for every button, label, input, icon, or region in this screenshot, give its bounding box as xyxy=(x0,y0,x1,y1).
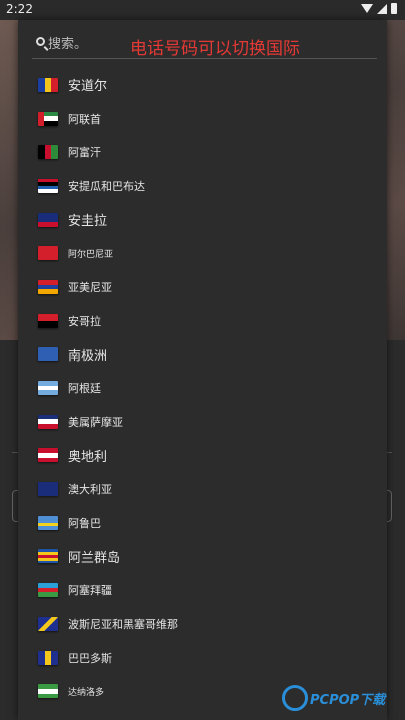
flag-icon xyxy=(38,212,58,227)
flag-icon xyxy=(38,650,58,665)
country-list-item[interactable]: 巴巴多斯 xyxy=(18,641,387,675)
country-list-item[interactable]: 阿联首 xyxy=(18,102,387,136)
flag-icon xyxy=(38,583,58,598)
country-name: 巴巴多斯 xyxy=(68,651,112,665)
watermark-logo-icon xyxy=(282,685,308,711)
flag-icon xyxy=(38,381,58,395)
status-time: 2:22 xyxy=(6,2,33,16)
flag-icon xyxy=(38,347,58,362)
country-name: 澳大利亚 xyxy=(68,483,112,497)
country-list-item[interactable]: 奥地利 xyxy=(18,439,387,473)
country-list-item[interactable]: 南极洲 xyxy=(18,338,387,372)
flag-icon xyxy=(38,515,58,530)
watermark-brand: PCPOP下载 xyxy=(310,693,386,708)
flag-icon xyxy=(38,482,58,497)
country-name: 安哥拉 xyxy=(68,314,101,328)
flag-icon xyxy=(38,279,58,294)
country-name: 奥地利 xyxy=(68,449,108,465)
country-name: 阿塞拜疆 xyxy=(68,584,112,598)
flag-icon xyxy=(38,616,58,631)
country-name: 安圭拉 xyxy=(68,214,108,230)
flag-icon xyxy=(38,178,58,193)
flag-icon xyxy=(38,684,58,699)
flag-icon xyxy=(38,145,58,160)
flag-icon xyxy=(38,246,58,261)
country-list-item[interactable]: 阿兰群岛 xyxy=(18,540,387,574)
country-list-item[interactable]: 阿尔巴尼亚 xyxy=(18,236,387,270)
country-list-item[interactable]: 安提瓜和巴布达 xyxy=(18,169,387,203)
country-name: 南极洲 xyxy=(68,348,108,364)
battery-icon xyxy=(391,3,397,14)
country-list-item[interactable]: 阿鲁巴 xyxy=(18,506,387,540)
country-name: 安提瓜和巴布达 xyxy=(68,179,145,193)
country-picker-dialog: 安道尔阿联首阿富汗安提瓜和巴布达安圭拉阿尔巴尼亚亚美尼亚安哥拉南极洲阿根廷美属萨… xyxy=(18,20,387,720)
country-name: 美属萨摩亚 xyxy=(68,415,123,429)
flag-icon xyxy=(38,77,58,92)
country-list-item[interactable]: 阿塞拜疆 xyxy=(18,573,387,607)
search-icon xyxy=(36,37,45,46)
country-name: 阿根廷 xyxy=(68,382,101,396)
status-bar: 2:22 xyxy=(0,0,405,20)
flag-icon xyxy=(38,414,58,429)
country-list-item[interactable]: 安圭拉 xyxy=(18,203,387,237)
country-name: 阿联首 xyxy=(68,112,101,126)
country-name: 阿鲁巴 xyxy=(68,516,101,530)
country-list-item[interactable]: 阿根廷 xyxy=(18,371,387,405)
country-name: 达纳洛多 xyxy=(68,687,105,698)
country-name: 波斯尼亚和黑塞哥维那 xyxy=(68,617,178,631)
country-name: 安道尔 xyxy=(68,79,108,95)
watermark: PCPOP下载 xyxy=(282,683,402,717)
annotation-text: 电话号码可以切换国际 xyxy=(130,39,300,59)
country-name: 阿富汗 xyxy=(68,146,101,160)
country-list: 安道尔阿联首阿富汗安提瓜和巴布达 安圭拉阿尔巴尼亚亚美尼亚安哥拉南极洲阿根廷美属萨… xyxy=(18,68,387,708)
country-name: 阿兰群岛 xyxy=(68,550,121,566)
flag-icon xyxy=(38,448,58,463)
country-name: 亚美尼亚 xyxy=(68,280,112,294)
country-list-item[interactable]: 安哥拉 xyxy=(18,304,387,338)
country-list-item[interactable]: 亚美尼亚 xyxy=(18,270,387,304)
flag-icon xyxy=(38,111,58,126)
flag-icon xyxy=(38,313,58,328)
country-list-item[interactable]: 阿富汗 xyxy=(18,135,387,169)
signal-icon xyxy=(377,3,387,14)
wifi-icon xyxy=(361,4,373,13)
country-list-item[interactable]: 波斯尼亚和黑塞哥维那 xyxy=(18,607,387,641)
flag-icon xyxy=(38,549,58,564)
status-icons xyxy=(361,3,397,14)
country-list-item[interactable]: 澳大利亚 xyxy=(18,472,387,506)
country-list-item[interactable]: 美属萨摩亚 xyxy=(18,405,387,439)
country-list-item[interactable]: 安道尔 xyxy=(18,68,387,102)
country-name: 阿尔巴尼亚 xyxy=(68,249,114,260)
